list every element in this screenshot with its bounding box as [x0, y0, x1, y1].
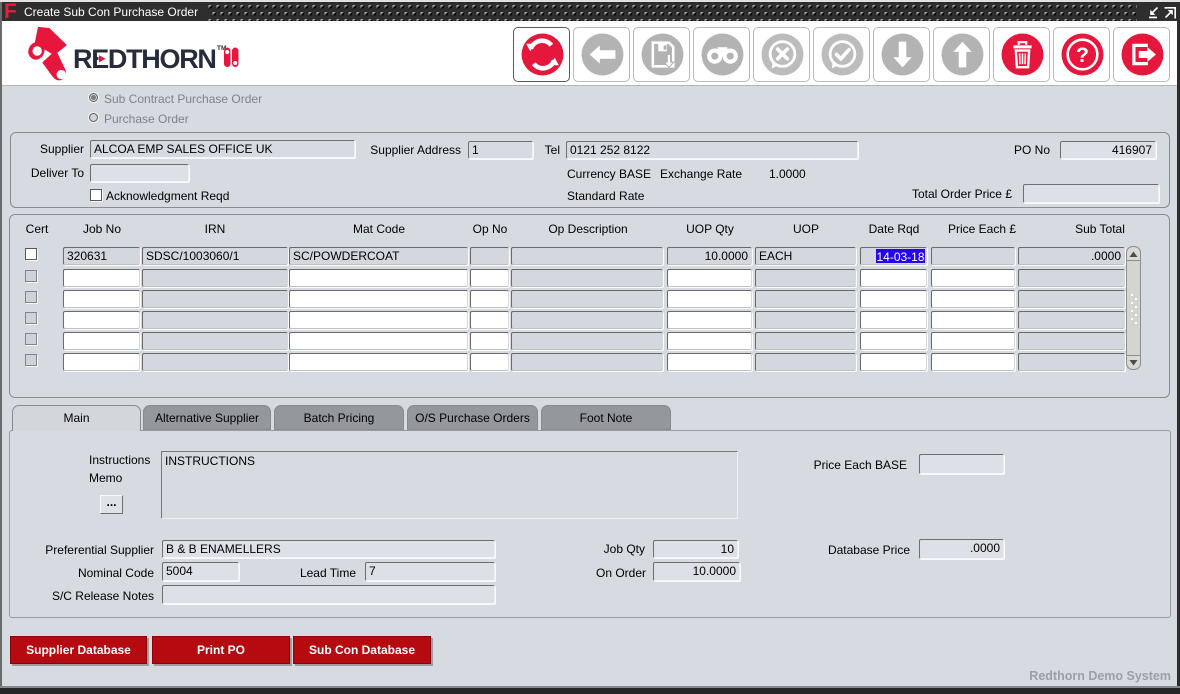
svg-text:?: ? [1076, 43, 1089, 67]
svg-text:REDTHORN: REDTHORN [73, 44, 216, 74]
